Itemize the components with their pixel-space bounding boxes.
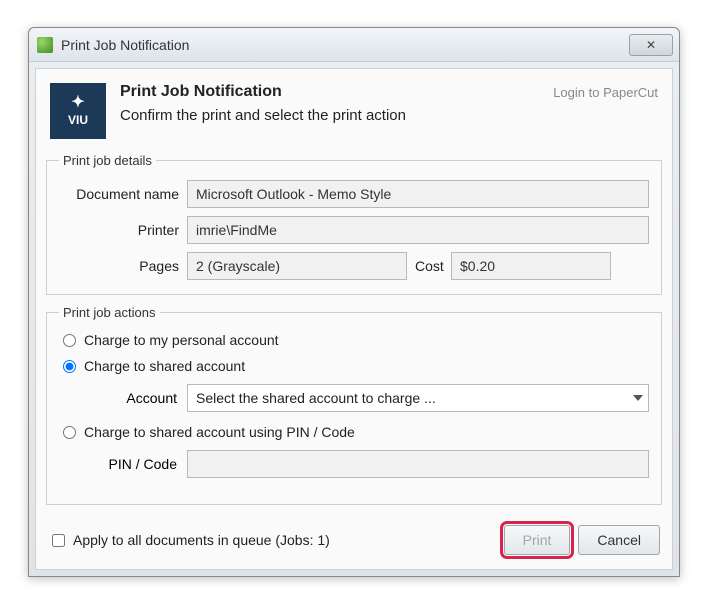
pin-label: PIN / Code: [59, 456, 187, 472]
pages-label: Pages: [59, 258, 187, 274]
header-text: Print Job Notification Confirm the print…: [120, 83, 553, 124]
radio-personal-input[interactable]: [63, 334, 76, 347]
radio-personal-label: Charge to my personal account: [84, 332, 279, 348]
radio-personal[interactable]: Charge to my personal account: [59, 332, 649, 348]
login-link[interactable]: Login to PaperCut: [553, 83, 658, 100]
radio-shared-input[interactable]: [63, 360, 76, 373]
actions-legend: Print job actions: [59, 305, 160, 320]
account-select[interactable]: Select the shared account to charge ...: [187, 384, 649, 412]
account-label: Account: [59, 390, 187, 406]
details-legend: Print job details: [59, 153, 156, 168]
cancel-button[interactable]: Cancel: [578, 525, 660, 555]
apply-all-checkbox[interactable]: [52, 534, 65, 547]
bird-icon: ✦: [71, 95, 84, 111]
dialog-window: Print Job Notification ✕ ✦ VIU Print Job…: [28, 27, 680, 577]
window-title: Print Job Notification: [61, 37, 629, 53]
document-name-label: Document name: [59, 186, 187, 202]
dialog-title: Print Job Notification: [120, 83, 553, 101]
printer-label: Printer: [59, 222, 187, 238]
close-button[interactable]: ✕: [629, 34, 673, 56]
cost-label: Cost: [407, 258, 451, 274]
apply-all-row[interactable]: Apply to all documents in queue (Jobs: 1…: [52, 532, 496, 548]
actions-fieldset: Print job actions Charge to my personal …: [46, 305, 662, 505]
dialog-content: ✦ VIU Print Job Notification Confirm the…: [35, 68, 673, 570]
chevron-down-icon: [633, 395, 643, 401]
dialog-footer: Apply to all documents in queue (Jobs: 1…: [36, 515, 672, 569]
radio-pin-input[interactable]: [63, 426, 76, 439]
printer-value: imrie\FindMe: [187, 216, 649, 244]
print-button[interactable]: Print: [504, 525, 571, 555]
radio-shared-label: Charge to shared account: [84, 358, 245, 374]
titlebar: Print Job Notification ✕: [29, 28, 679, 62]
close-icon: ✕: [646, 38, 656, 52]
radio-shared[interactable]: Charge to shared account: [59, 358, 649, 374]
document-name-value: Microsoft Outlook - Memo Style: [187, 180, 649, 208]
radio-pin-label: Charge to shared account using PIN / Cod…: [84, 424, 355, 440]
app-icon: [37, 37, 53, 53]
header-row: ✦ VIU Print Job Notification Confirm the…: [36, 69, 672, 149]
dialog-subtitle: Confirm the print and select the print a…: [120, 107, 553, 124]
radio-pin[interactable]: Charge to shared account using PIN / Cod…: [59, 424, 649, 440]
details-fieldset: Print job details Document name Microsof…: [46, 153, 662, 295]
logo-text: VIU: [68, 113, 88, 127]
pages-value: 2 (Grayscale): [187, 252, 407, 280]
pin-input[interactable]: [187, 450, 649, 478]
account-select-value: Select the shared account to charge ...: [187, 384, 649, 412]
viu-logo: ✦ VIU: [50, 83, 106, 139]
cost-value: $0.20: [451, 252, 611, 280]
apply-all-label: Apply to all documents in queue (Jobs: 1…: [73, 532, 330, 548]
